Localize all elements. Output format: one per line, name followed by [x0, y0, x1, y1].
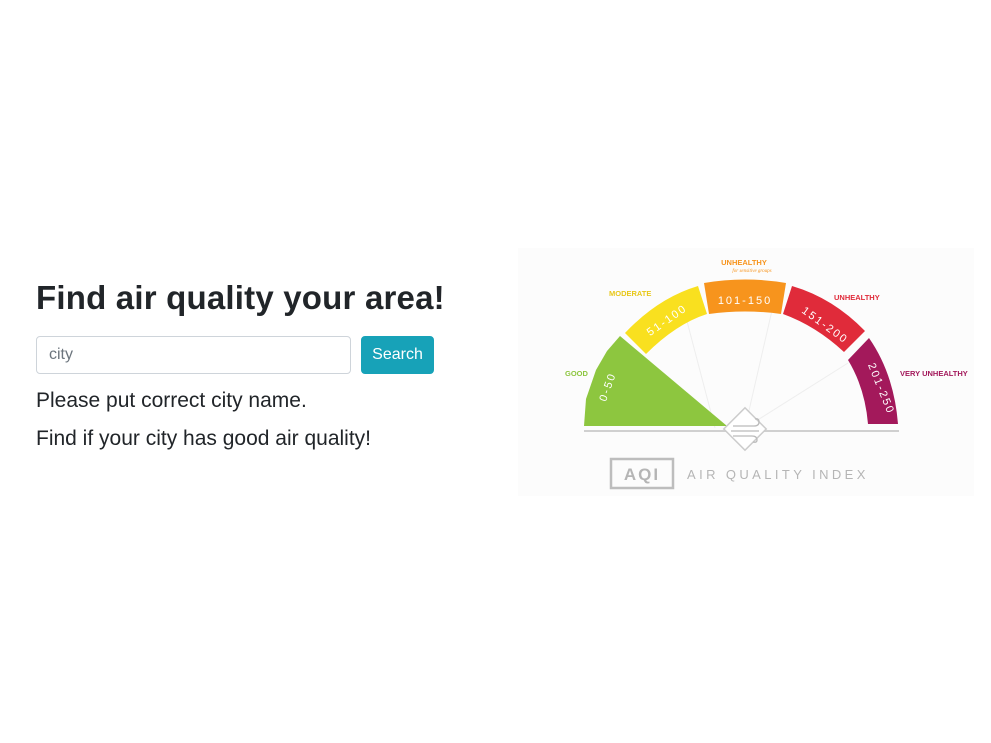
aqi-badge-text: AQI	[624, 465, 660, 484]
aqi-gauge-image: 0-50 51-100 101-150 151-200 201-250 GOOD…	[518, 248, 974, 496]
label-good: GOOD	[565, 369, 589, 378]
label-unhealthy: UNHEALTHY	[834, 293, 880, 302]
label-unhealthy-sensitive: UNHEALTHY	[721, 258, 767, 267]
label-very-unhealthy: VERY UNHEALTHY	[900, 369, 968, 378]
search-panel: Find air quality your area! Search Pleas…	[36, 276, 476, 454]
search-button[interactable]: Search	[361, 336, 434, 374]
label-sensitive-groups: for sensitive groups	[732, 269, 771, 274]
error-message: Please put correct city name.	[36, 389, 307, 412]
label-moderate: MODERATE	[609, 289, 651, 298]
city-search-input[interactable]	[36, 336, 351, 374]
page-title: Find air quality your area!	[36, 279, 445, 316]
aqi-caption: AIR QUALITY INDEX	[687, 467, 869, 482]
hint-message: Find if your city has good air quality!	[36, 427, 371, 450]
air-flow-diamond-icon	[722, 406, 768, 452]
search-form: Search	[36, 336, 476, 374]
gauge-range-101-150: 101-150	[718, 295, 772, 307]
page: Find air quality your area! Search Pleas…	[0, 0, 991, 743]
